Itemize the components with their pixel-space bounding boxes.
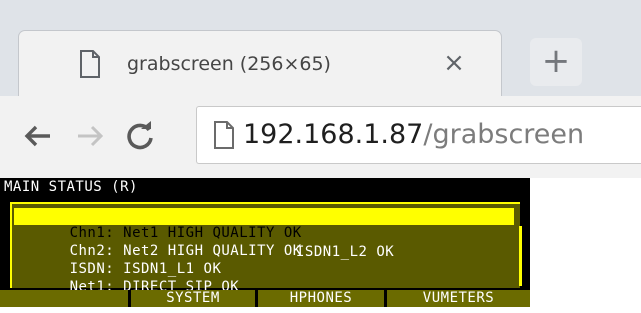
status-row[interactable]: Chn2: Net2 HIGH QUALITY OK <box>14 226 514 259</box>
softkey-vumeters[interactable]: VUMETERS <box>387 290 530 307</box>
close-tab-icon[interactable]: × <box>439 48 469 78</box>
browser-toolbar: 192.168.1.87/grabscreen <box>0 96 641 178</box>
url-text: 192.168.1.87/grabscreen <box>243 116 584 154</box>
softkey-hphones[interactable]: HPHONES <box>258 290 384 307</box>
url-path: /grabscreen <box>423 119 585 150</box>
scrollbar[interactable] <box>519 226 522 286</box>
forward-arrow-icon[interactable] <box>72 118 108 154</box>
status-row-text-col2: ISDN1_L2 OK <box>296 244 395 260</box>
address-bar[interactable]: 192.168.1.87/grabscreen <box>196 106 641 164</box>
softkey-blank[interactable] <box>0 290 128 307</box>
tab-title: grabscreen (256×65) <box>127 53 331 75</box>
status-panel: Chn1: Net1 HIGH QUALITY OK Chn2: Net2 HI… <box>10 202 522 295</box>
reload-icon[interactable] <box>122 118 158 154</box>
screen-header: MAIN STATUS (R) <box>4 179 138 195</box>
status-row[interactable]: Chn1: Net1 HIGH QUALITY OK <box>14 208 514 241</box>
browser-tab-strip: grabscreen (256×65) × + <box>0 0 641 96</box>
device-lcd-screen: MAIN STATUS (R) Chn1: Net1 HIGH QUALITY … <box>0 178 530 307</box>
back-arrow-icon[interactable] <box>20 118 56 154</box>
file-icon <box>79 50 101 78</box>
plus-icon: + <box>541 41 571 81</box>
status-row[interactable]: ISDN: ISDN1_L1 OK ISDN1_L2 OK <box>14 244 514 277</box>
status-row[interactable]: Net1: DIRECT SIP OK <box>14 262 514 295</box>
page-icon <box>213 121 235 149</box>
softkey-system[interactable]: SYSTEM <box>131 290 255 307</box>
url-host: 192.168.1.87 <box>243 119 424 150</box>
browser-tab[interactable]: grabscreen (256×65) × <box>18 30 502 96</box>
softkey-bar: SYSTEM HPHONES VUMETERS <box>0 290 530 307</box>
new-tab-button[interactable]: + <box>530 38 582 86</box>
